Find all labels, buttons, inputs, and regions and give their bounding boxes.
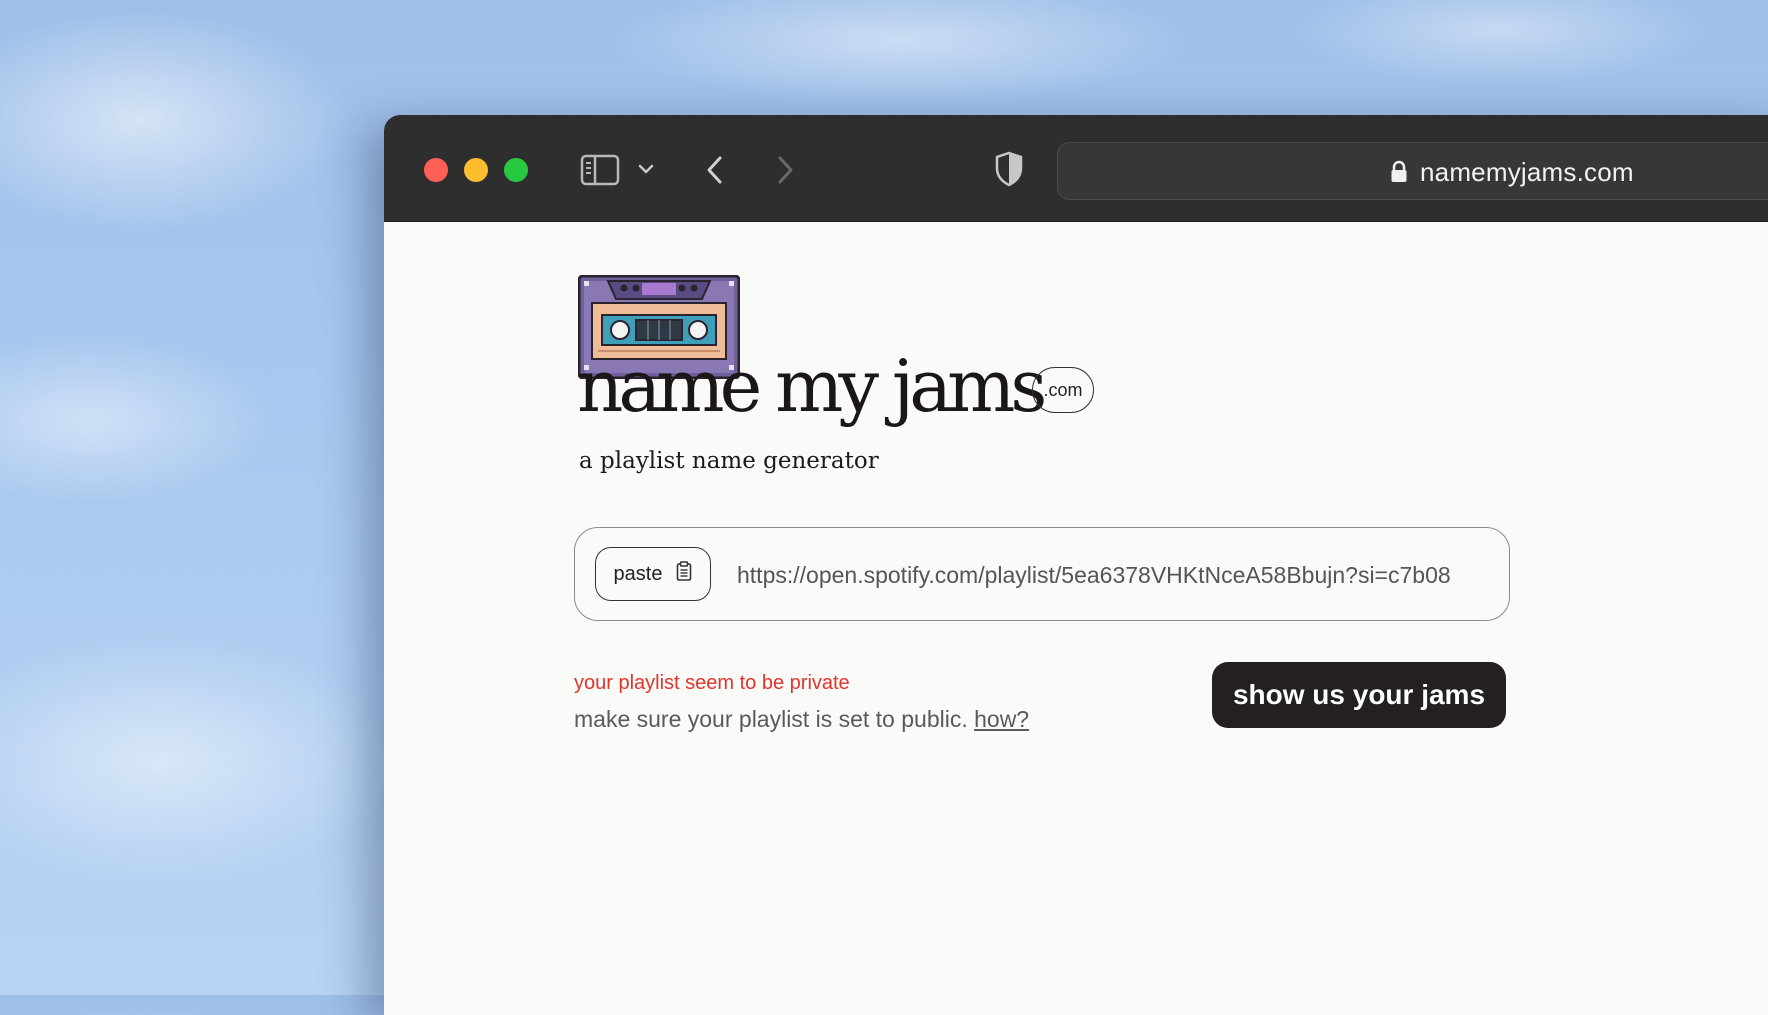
chevron-down-icon[interactable] xyxy=(637,157,655,181)
site-subtitle: a playlist name generator xyxy=(579,448,879,474)
minimize-window-button[interactable] xyxy=(464,158,488,182)
lock-icon xyxy=(1390,160,1408,189)
site-title: name my jams xyxy=(577,344,1047,428)
forward-icon[interactable] xyxy=(774,153,796,187)
how-link[interactable]: how? xyxy=(974,706,1029,732)
close-window-button[interactable] xyxy=(424,158,448,182)
public-playlist-hint: make sure your playlist is set to public… xyxy=(574,706,1029,733)
sidebar-icon[interactable] xyxy=(580,153,620,187)
show-jams-button[interactable]: show us your jams xyxy=(1212,662,1506,728)
paste-button[interactable]: paste xyxy=(595,547,711,601)
playlist-url-input[interactable] xyxy=(737,558,1487,592)
hint-text: make sure your playlist is set to public… xyxy=(574,706,968,732)
page-content: name my jams .com a playlist name genera… xyxy=(384,222,1768,1015)
clipboard-icon xyxy=(676,561,692,587)
shield-icon[interactable] xyxy=(994,151,1024,187)
address-bar[interactable]: namemyjams.com xyxy=(1057,142,1768,200)
address-bar-url: namemyjams.com xyxy=(1420,157,1634,187)
error-message: your playlist seem to be private xyxy=(574,672,850,694)
playlist-url-field: paste xyxy=(574,527,1510,621)
tld-badge: .com xyxy=(1032,367,1094,413)
maximize-window-button[interactable] xyxy=(504,158,528,182)
paste-button-label: paste xyxy=(613,562,663,585)
browser-window: namemyjams.com name my jams .com a playl… xyxy=(384,115,1768,1015)
back-icon[interactable] xyxy=(704,153,726,187)
browser-toolbar: namemyjams.com xyxy=(384,115,1768,222)
